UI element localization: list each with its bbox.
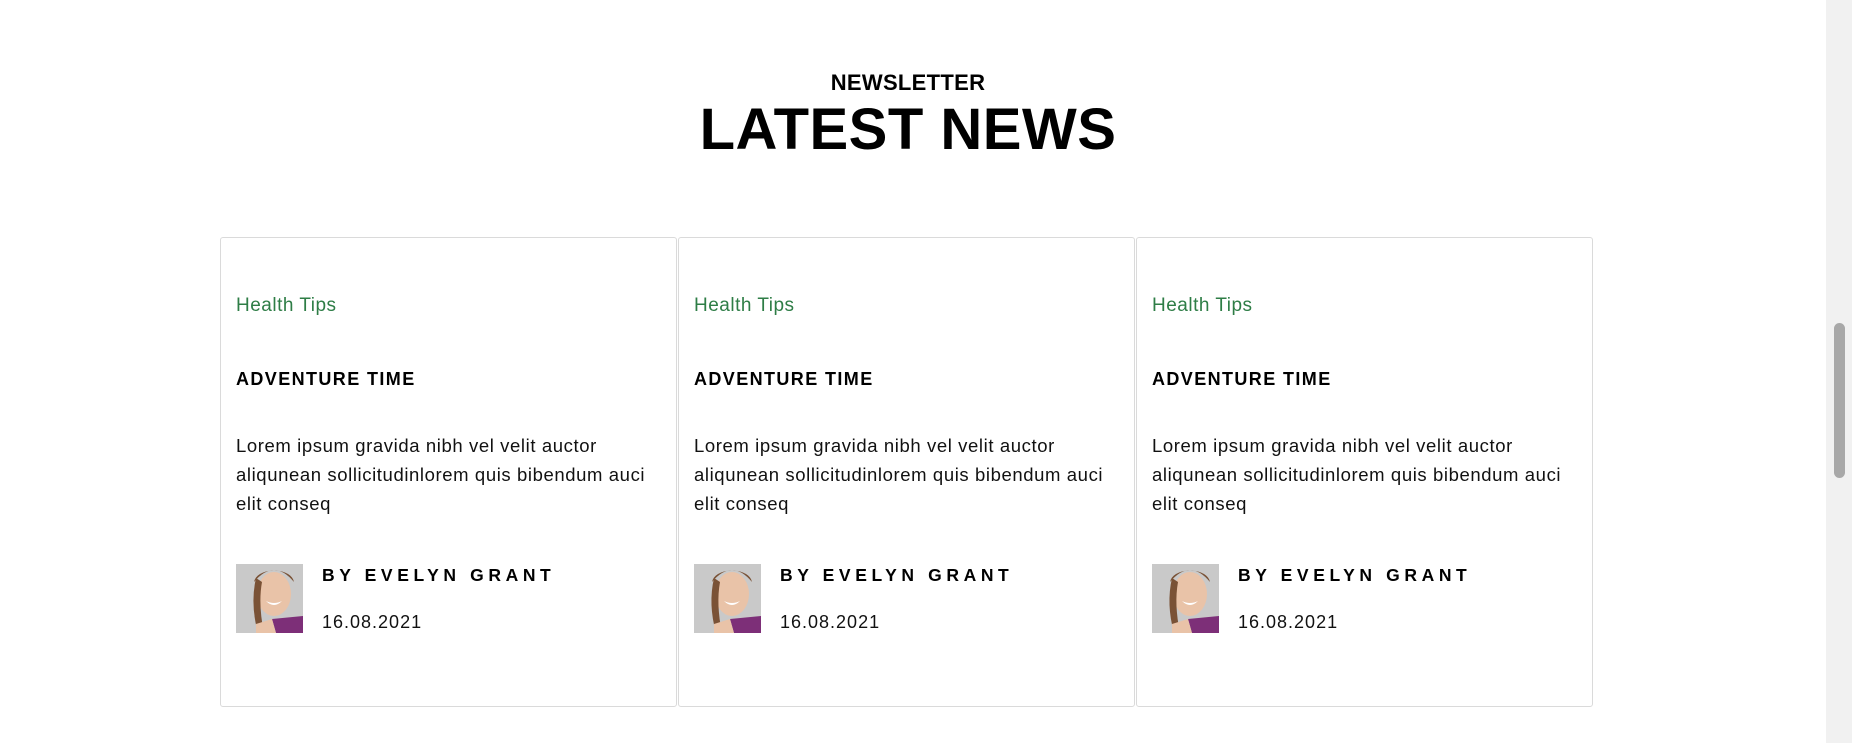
page-scrollbar[interactable] <box>1826 0 1852 743</box>
section-heading: LATEST NEWS <box>699 97 1117 162</box>
latest-news-section: NEWSLETTER LATEST NEWS Health Tips ADVEN… <box>0 0 1826 743</box>
card-date: 16.08.2021 <box>1238 612 1339 632</box>
author-avatar <box>1152 564 1219 633</box>
card-title[interactable]: ADVENTURE TIME <box>694 369 874 390</box>
card-category-link[interactable]: Health Tips <box>694 295 795 317</box>
news-card[interactable]: Health Tips ADVENTURE TIME Lorem ipsum g… <box>220 237 677 707</box>
card-author: BY EVELYN GRANT <box>322 565 556 585</box>
card-description: Lorem ipsum gravida nibh vel velit aucto… <box>694 435 1104 514</box>
author-avatar <box>236 564 303 633</box>
card-category-link[interactable]: Health Tips <box>1152 295 1253 317</box>
card-description: Lorem ipsum gravida nibh vel velit aucto… <box>1152 435 1562 514</box>
news-card[interactable]: Health Tips ADVENTURE TIME Lorem ipsum g… <box>678 237 1135 707</box>
card-date: 16.08.2021 <box>780 612 881 632</box>
card-title[interactable]: ADVENTURE TIME <box>1152 369 1332 390</box>
card-date: 16.08.2021 <box>322 612 423 632</box>
card-author: BY EVELYN GRANT <box>780 565 1014 585</box>
author-avatar <box>694 564 761 633</box>
section-eyebrow: NEWSLETTER <box>830 70 986 95</box>
card-title[interactable]: ADVENTURE TIME <box>236 369 416 390</box>
scrollbar-thumb[interactable] <box>1834 323 1845 478</box>
card-description: Lorem ipsum gravida nibh vel velit aucto… <box>236 435 646 514</box>
news-card[interactable]: Health Tips ADVENTURE TIME Lorem ipsum g… <box>1136 237 1593 707</box>
card-author: BY EVELYN GRANT <box>1238 565 1472 585</box>
card-category-link[interactable]: Health Tips <box>236 295 337 317</box>
news-card-list: Health Tips ADVENTURE TIME Lorem ipsum g… <box>220 237 1594 709</box>
